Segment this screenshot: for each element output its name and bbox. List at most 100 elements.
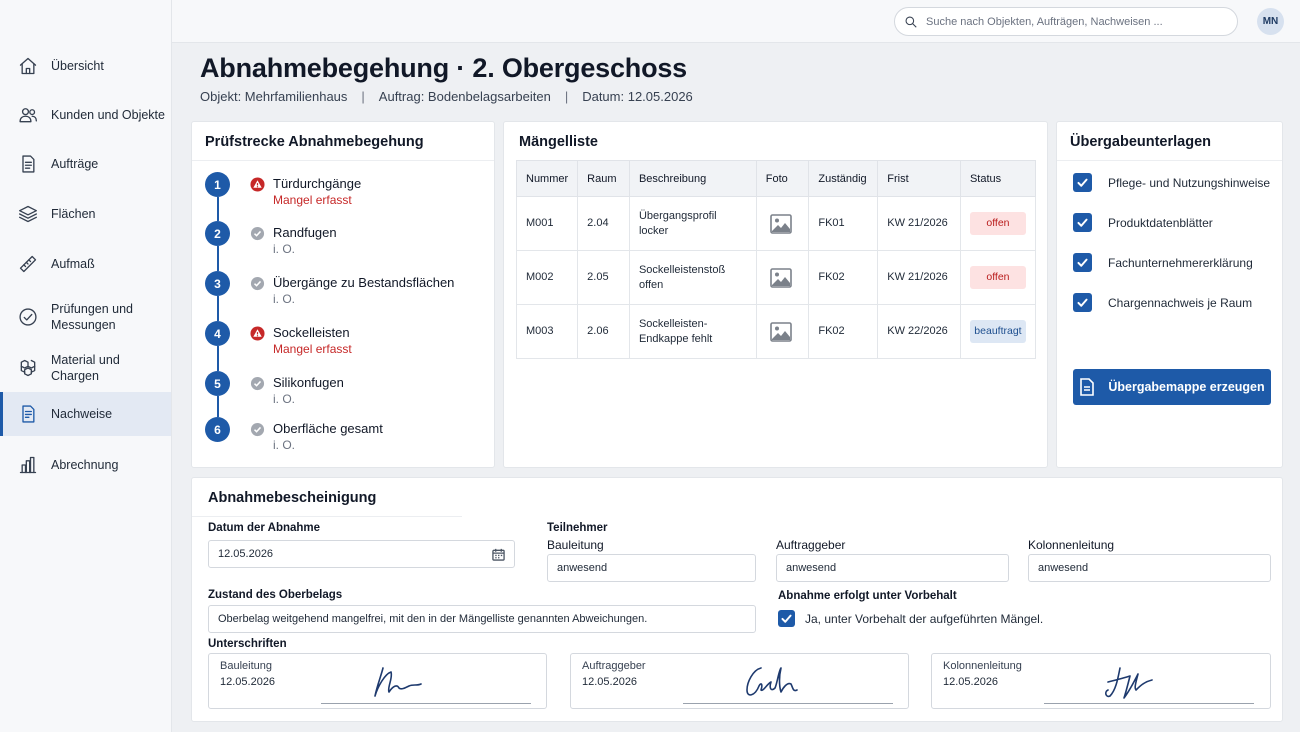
signature-line [1044,703,1254,704]
column-header[interactable]: Beschreibung [628,160,757,197]
checkbox[interactable] [1073,213,1092,232]
cell-status: offen [959,250,1037,305]
check-circle-icon [19,308,37,326]
step-number: 4 [205,321,230,346]
table-header-row: Nummer Raum Beschreibung Foto Zuständig … [515,160,1037,197]
step-item[interactable]: 5 Silikonfugen i. O. [205,371,495,411]
signature-box-kolonnenleitung[interactable]: Kolonnenleitung 12.05.2026 [931,653,1271,709]
checkbox-label: Chargennachweis je Raum [1108,295,1253,310]
checkbox[interactable] [1073,173,1092,192]
doc-checkbox-produktdaten[interactable]: Produktdatenblätter [1073,213,1213,232]
field-value: Oberbelag weitgehend mangelfrei, mit den… [218,613,648,625]
button-label: Übergabemappe erzeugen [1108,380,1265,394]
participant-bauleitung-field[interactable]: anwesend [547,554,756,582]
table-row[interactable]: M002 2.05 Sockelleistenstoß offen FK02 K… [515,250,1037,305]
meta-separator: | [564,89,569,104]
step-number: 2 [205,221,230,246]
column-header[interactable]: Nummer [515,160,579,197]
participants-label: Teilnehmer [547,522,608,534]
sidebar-item-label: Aufmaß [51,257,95,271]
calendar-icon[interactable] [492,548,505,561]
search-input[interactable] [926,15,1226,28]
field-value: anwesend [786,562,837,574]
signature-date: 12.05.2026 [220,676,276,688]
checkbox[interactable] [1073,293,1092,312]
column-header[interactable]: Zuständig [808,160,879,197]
check-circle-icon [250,376,265,391]
signature-box-bauleitung[interactable]: Bauleitung 12.05.2026 [208,653,547,709]
column-header[interactable]: Frist [877,160,961,197]
participant-role: Auftraggeber [776,538,846,552]
check-icon [1077,178,1088,187]
signature-box-auftraggeber[interactable]: Auftraggeber 12.05.2026 [570,653,909,709]
avatar[interactable]: MN [1257,8,1284,35]
date-label: Datum der Abnahme [208,522,321,534]
doc-checkbox-charge[interactable]: Chargennachweis je Raum [1073,293,1252,312]
step-item[interactable]: 2 Randfugen i. O. [205,221,495,261]
step-label: Oberfläche gesamt [273,421,383,436]
check-circle-icon [250,276,265,291]
participant-kolonnenleitung-field[interactable]: anwesend [1028,554,1271,582]
checkbox[interactable] [778,610,795,627]
cell-frist: KW 22/2026 [877,304,961,359]
step-number: 3 [205,271,230,296]
column-header[interactable]: Foto [755,160,810,197]
column-header[interactable]: Raum [577,160,630,197]
check-icon [781,614,792,623]
cell-zustaendig: FK02 [808,250,879,305]
sidebar-item-label: Prüfungen und Messungen [51,302,134,332]
cell-raum: 2.05 [577,250,630,305]
checkbox-label: Produktdatenblätter [1108,215,1213,230]
doc-checkbox-pflege[interactable]: Pflege- und Nutzungshinweise [1073,173,1270,192]
sidebar-item-label: Abrechnung [51,458,119,472]
cell-foto[interactable] [755,196,810,251]
sidebar-item-material[interactable]: Material und Chargen [0,350,171,386]
condition-input[interactable]: Oberbelag weitgehend mangelfrei, mit den… [208,605,756,633]
cell-frist: KW 21/2026 [877,196,961,251]
status-badge: beauftragt [969,320,1026,343]
cell-frist: KW 21/2026 [877,250,961,305]
sidebar-item-pruefungen[interactable]: Prüfungen und Messungen [0,297,171,337]
image-icon[interactable] [769,213,792,234]
handover-docs-card: Übergabeunterlagen Pflege- und Nutzungsh… [1056,121,1283,468]
search-icon [905,16,917,28]
sidebar-item-flaechen[interactable]: Flächen [0,196,171,232]
step-item[interactable]: 3 Übergänge zu Bestandsflächen i. O. [205,271,495,311]
defects-table: Nummer Raum Beschreibung Foto Zuständig … [515,160,1037,359]
sidebar-item-kunden[interactable]: Kunden und Objekte [0,97,171,133]
sidebar-item-nachweise[interactable]: Nachweise [0,392,171,436]
image-icon[interactable] [769,321,792,342]
cell-zustaendig: FK01 [808,196,879,251]
step-item[interactable]: 6 Oberfläche gesamt i. O. [205,417,495,457]
sidebar-item-uebersicht[interactable]: Übersicht [0,48,171,84]
boxes-icon [20,359,36,377]
column-header[interactable]: Status [959,160,1037,197]
participant-auftraggeber-field[interactable]: anwesend [776,554,1009,582]
cell-foto[interactable] [755,304,810,359]
sidebar-item-abrechnung[interactable]: Abrechnung [0,447,171,483]
date-input[interactable]: 12.05.2026 [208,540,515,568]
checkbox-label: Ja, unter Vorbehalt der aufgeführten Män… [805,611,1044,626]
generate-handover-button[interactable]: Übergabemappe erzeugen [1073,369,1271,405]
reservation-checkbox[interactable]: Ja, unter Vorbehalt der aufgeführten Män… [778,610,1043,627]
sidebar-item-auftraege[interactable]: Aufträge [0,146,171,182]
step-item[interactable]: 1 Türdurchgänge Mangel erfasst [205,172,495,212]
table-row[interactable]: M001 2.04 Übergangsprofil locker FK01 KW… [515,196,1037,251]
sidebar-item-aufmass[interactable]: Aufmaß [0,246,171,282]
doc-checkbox-fachunternehmer[interactable]: Fachunternehmererklärung [1073,253,1253,272]
handwritten-signature [746,667,798,696]
sidebar: Übersicht Kunden und Objekte Aufträge Fl… [0,0,172,732]
signature-date: 12.05.2026 [943,676,999,688]
step-item[interactable]: 4 Sockelleisten Mangel erfasst [205,321,495,361]
table-row[interactable]: M003 2.06 Sockelleisten-Endkappe fehlt F… [515,304,1037,359]
meta-date: Datum: 12.05.2026 [582,89,693,104]
bar-chart-icon [19,456,37,474]
image-icon[interactable] [769,267,792,288]
step-status: i. O. [273,242,296,256]
checkbox[interactable] [1073,253,1092,272]
cell-foto[interactable] [755,250,810,305]
step-number: 5 [205,371,230,396]
document-icon [1080,378,1095,396]
meta-order: Auftrag: Bodenbelagsarbeiten [378,89,551,104]
search-box[interactable] [894,7,1238,36]
